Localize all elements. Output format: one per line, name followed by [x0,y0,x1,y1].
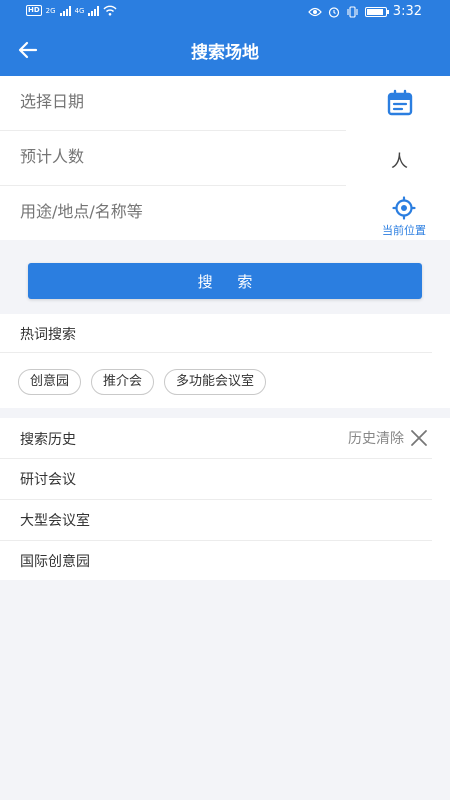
hot-search-title: 热词搜索 [20,327,76,343]
clear-history-label: 历史清除 [348,431,404,447]
network-label-1: 2G [45,6,56,15]
search-history-section: 搜索历史 历史清除 研讨会议 大型会议室 国际创意园 [0,418,450,580]
history-divider [0,499,432,500]
purpose-row[interactable]: 当前位置 [0,186,450,241]
purpose-input[interactable] [20,202,340,221]
eye-icon [308,7,322,16]
vibrate-icon [347,5,358,18]
hot-divider [0,352,432,353]
search-button[interactable]: 搜 索 [28,263,422,299]
alarm-icon [328,6,339,18]
battery-level [366,8,383,15]
history-item-label: 大型会议室 [20,513,90,529]
status-left: HD 2G 4G [26,5,117,16]
clear-history-button[interactable]: 历史清除 [348,428,428,448]
calendar-icon[interactable] [386,89,414,117]
signal-icon-2 [88,5,100,16]
page-title: 搜索场地 [191,43,259,63]
people-count-input[interactable] [20,147,340,166]
network-label-2: 4G [74,6,85,15]
history-title: 搜索历史 [20,432,76,448]
wifi-icon [103,5,117,16]
hot-tags: 创意园 推介会 多功能会议室 [18,369,267,395]
hot-tag[interactable]: 多功能会议室 [164,369,267,395]
signal-icon [59,5,71,16]
hot-search-section: 热词搜索 创意园 推介会 多功能会议室 [0,314,450,408]
date-row[interactable] [0,76,450,131]
app-bar: 搜索场地 [0,24,450,76]
history-item[interactable]: 大型会议室 [0,499,450,540]
history-item-label: 研讨会议 [20,472,76,488]
history-item-label: 国际创意园 [20,554,90,570]
close-icon [411,430,427,446]
people-row[interactable]: 人 [0,131,450,186]
status-right: 3:32 [308,4,422,19]
search-form: 人 当前位置 [0,76,450,240]
date-input[interactable] [20,92,340,111]
history-item[interactable]: 研讨会议 [0,458,450,499]
hot-tag[interactable]: 推介会 [91,369,155,395]
location-target-icon [392,196,416,220]
battery-icon [364,6,389,17]
people-unit: 人 [391,152,408,172]
history-divider [0,540,432,541]
current-location-button[interactable]: 当前位置 [376,196,432,237]
clock-time: 3:32 [392,4,422,19]
hd-badge: HD [26,5,42,16]
history-item[interactable]: 国际创意园 [0,540,450,581]
status-bar: HD 2G 4G 3:32 [0,0,450,24]
history-divider [0,458,432,459]
hot-tag[interactable]: 创意园 [18,369,82,395]
current-location-label: 当前位置 [382,224,426,237]
